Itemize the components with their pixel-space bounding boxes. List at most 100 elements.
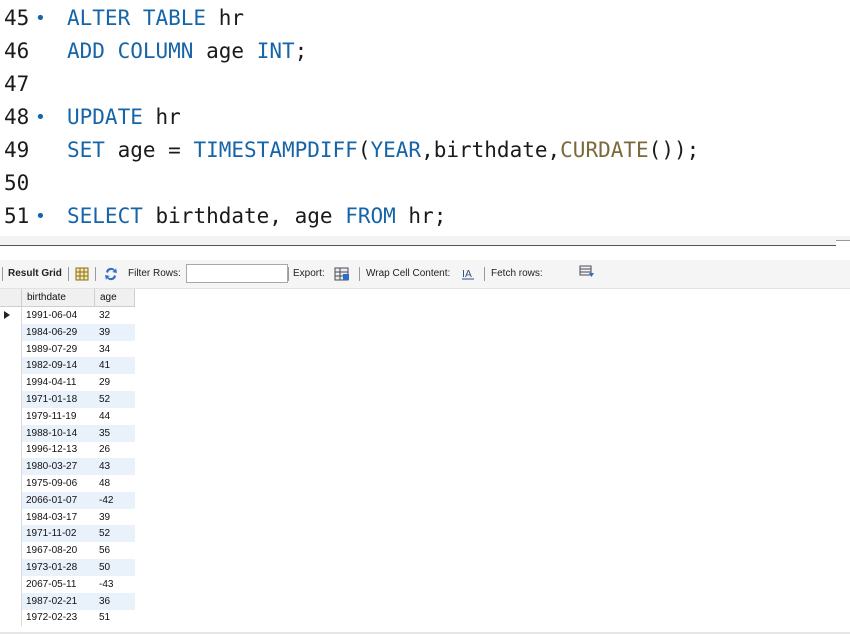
row-selector[interactable] [0, 424, 22, 442]
table-row[interactable]: 1984-06-29 39 [0, 323, 140, 341]
sql-editor[interactable]: 45 • ALTER TABLE hr 46 ADD COLUMN age INT; 47… [0, 0, 850, 236]
row-selector[interactable] [0, 575, 22, 593]
cell-age[interactable]: 41 [95, 357, 135, 375]
table-row[interactable]: 1984-03-17 39 [0, 508, 140, 526]
table-row[interactable]: 1973-01-28 50 [0, 559, 140, 576]
table-row[interactable]: 1982-09-14 41 [0, 357, 140, 375]
cell-age[interactable]: 34 [95, 341, 135, 358]
fetch-rows-icon[interactable] [579, 264, 595, 280]
row-selector[interactable] [0, 491, 22, 509]
sql-keyword: INT [256, 39, 295, 63]
cell-birthdate[interactable]: 1967-08-20 [22, 542, 95, 559]
table-row[interactable]: 1975-09-06 48 [0, 475, 140, 492]
cell-age[interactable]: 26 [95, 441, 135, 458]
statement-marker-icon[interactable]: • [35, 101, 46, 134]
table-row[interactable]: 1971-11-02 52 [0, 525, 140, 543]
cell-age[interactable]: 51 [95, 609, 135, 626]
cell-birthdate[interactable]: 1994-04-11 [22, 374, 95, 391]
row-selector[interactable] [0, 609, 22, 627]
table-row[interactable]: 1991-06-04 32 [0, 307, 140, 324]
sql-keyword: SET [67, 138, 105, 162]
cell-age[interactable]: 35 [95, 424, 135, 442]
column-header-birthdate[interactable]: birthdate [22, 289, 95, 307]
cell-birthdate[interactable]: 1980-03-27 [22, 458, 95, 476]
table-row[interactable]: 1987-02-21 36 [0, 592, 140, 610]
code-line[interactable]: 48 • UPDATE hr [0, 101, 850, 134]
row-selector[interactable] [0, 323, 22, 341]
row-selector[interactable] [0, 374, 22, 392]
cell-birthdate[interactable]: 1996-12-13 [22, 441, 95, 458]
cell-age[interactable]: 48 [95, 475, 135, 492]
table-row[interactable]: 1971-01-18 52 [0, 391, 140, 408]
statement-marker-icon[interactable]: • [35, 200, 46, 233]
cell-birthdate[interactable]: 1988-10-14 [22, 424, 95, 442]
row-selector[interactable] [0, 592, 22, 610]
row-selector[interactable] [0, 525, 22, 543]
cell-birthdate[interactable]: 1984-06-29 [22, 323, 95, 341]
grid-view-icon[interactable] [74, 266, 90, 282]
code-line[interactable]: 47 [0, 68, 850, 101]
table-row[interactable]: 1994-04-11 29 [0, 374, 140, 392]
cell-birthdate[interactable]: 1972-02-23 [22, 609, 95, 626]
column-header-age[interactable]: age [95, 289, 135, 307]
row-selector[interactable] [0, 340, 22, 358]
row-selector[interactable] [0, 475, 22, 492]
result-grid-tab[interactable]: Result Grid [8, 260, 62, 288]
table-row[interactable]: 1979-11-19 44 [0, 407, 140, 425]
table-row[interactable]: 1988-10-14 35 [0, 424, 140, 442]
row-selector[interactable] [0, 508, 22, 526]
cell-birthdate[interactable]: 1989-07-29 [22, 341, 95, 358]
cell-age[interactable]: 36 [95, 592, 135, 610]
row-selector[interactable] [0, 559, 22, 576]
cell-birthdate[interactable]: 2067-05-11 [22, 576, 95, 593]
wrap-cell-icon[interactable]: IA [460, 266, 476, 282]
cell-age[interactable]: -42 [95, 491, 135, 509]
cell-age[interactable]: 44 [95, 408, 135, 425]
cell-birthdate[interactable]: 1987-02-21 [22, 592, 95, 610]
row-selector[interactable] [0, 542, 22, 560]
divider-line [0, 245, 850, 246]
table-row[interactable]: 2067-05-11 -43 [0, 575, 140, 593]
row-selector[interactable] [0, 357, 22, 375]
cell-birthdate[interactable]: 2066-01-07 [22, 491, 95, 509]
code-line[interactable]: 50 [0, 167, 850, 200]
table-row[interactable]: 1989-07-29 34 [0, 340, 140, 358]
table-row[interactable]: 1980-03-27 43 [0, 458, 140, 476]
cell-age[interactable]: 43 [95, 458, 135, 476]
export-icon[interactable] [334, 266, 350, 282]
row-selector[interactable] [0, 391, 22, 408]
cell-birthdate[interactable]: 1971-11-02 [22, 525, 95, 543]
filter-rows-input[interactable] [186, 264, 288, 283]
cell-birthdate[interactable]: 1984-03-17 [22, 509, 95, 526]
cell-birthdate[interactable]: 1991-06-04 [22, 307, 95, 324]
code-line[interactable]: 46 ADD COLUMN age INT; [0, 35, 850, 68]
table-row[interactable]: 1967-08-20 56 [0, 542, 140, 560]
cell-birthdate[interactable]: 1973-01-28 [22, 559, 95, 576]
cell-age[interactable]: 32 [95, 307, 135, 324]
cell-birthdate[interactable]: 1975-09-06 [22, 475, 95, 492]
cell-age[interactable]: 52 [95, 391, 135, 408]
table-row[interactable]: 1972-02-23 51 [0, 609, 140, 627]
row-selector[interactable] [0, 307, 22, 324]
code-line[interactable]: 51 • SELECT birthdate, age FROM hr; [0, 200, 850, 233]
row-selector[interactable] [0, 458, 22, 476]
cell-age[interactable]: 56 [95, 542, 135, 559]
cell-birthdate[interactable]: 1971-01-18 [22, 391, 95, 408]
table-row[interactable]: 1996-12-13 26 [0, 441, 140, 459]
cell-birthdate[interactable]: 1982-09-14 [22, 357, 95, 375]
row-selector[interactable] [0, 441, 22, 459]
cell-age[interactable]: 52 [95, 525, 135, 543]
cell-age[interactable]: 39 [95, 323, 135, 341]
cell-age[interactable]: 39 [95, 509, 135, 526]
code-line[interactable]: 49 SET age = TIMESTAMPDIFF(YEAR,birthdate… [0, 134, 850, 167]
cell-age[interactable]: 50 [95, 559, 135, 576]
cell-birthdate[interactable]: 1979-11-19 [22, 408, 95, 425]
refresh-icon[interactable] [103, 266, 119, 282]
code-line[interactable]: 45 • ALTER TABLE hr [0, 2, 850, 35]
cell-age[interactable]: 29 [95, 374, 135, 391]
result-grid[interactable]: birthdate age 1991-06-04 32 1984-06-29 39 19… [0, 289, 850, 634]
statement-marker-icon[interactable]: • [35, 2, 46, 35]
row-selector[interactable] [0, 407, 22, 425]
table-row[interactable]: 2066-01-07 -42 [0, 491, 140, 509]
cell-age[interactable]: -43 [95, 576, 135, 593]
